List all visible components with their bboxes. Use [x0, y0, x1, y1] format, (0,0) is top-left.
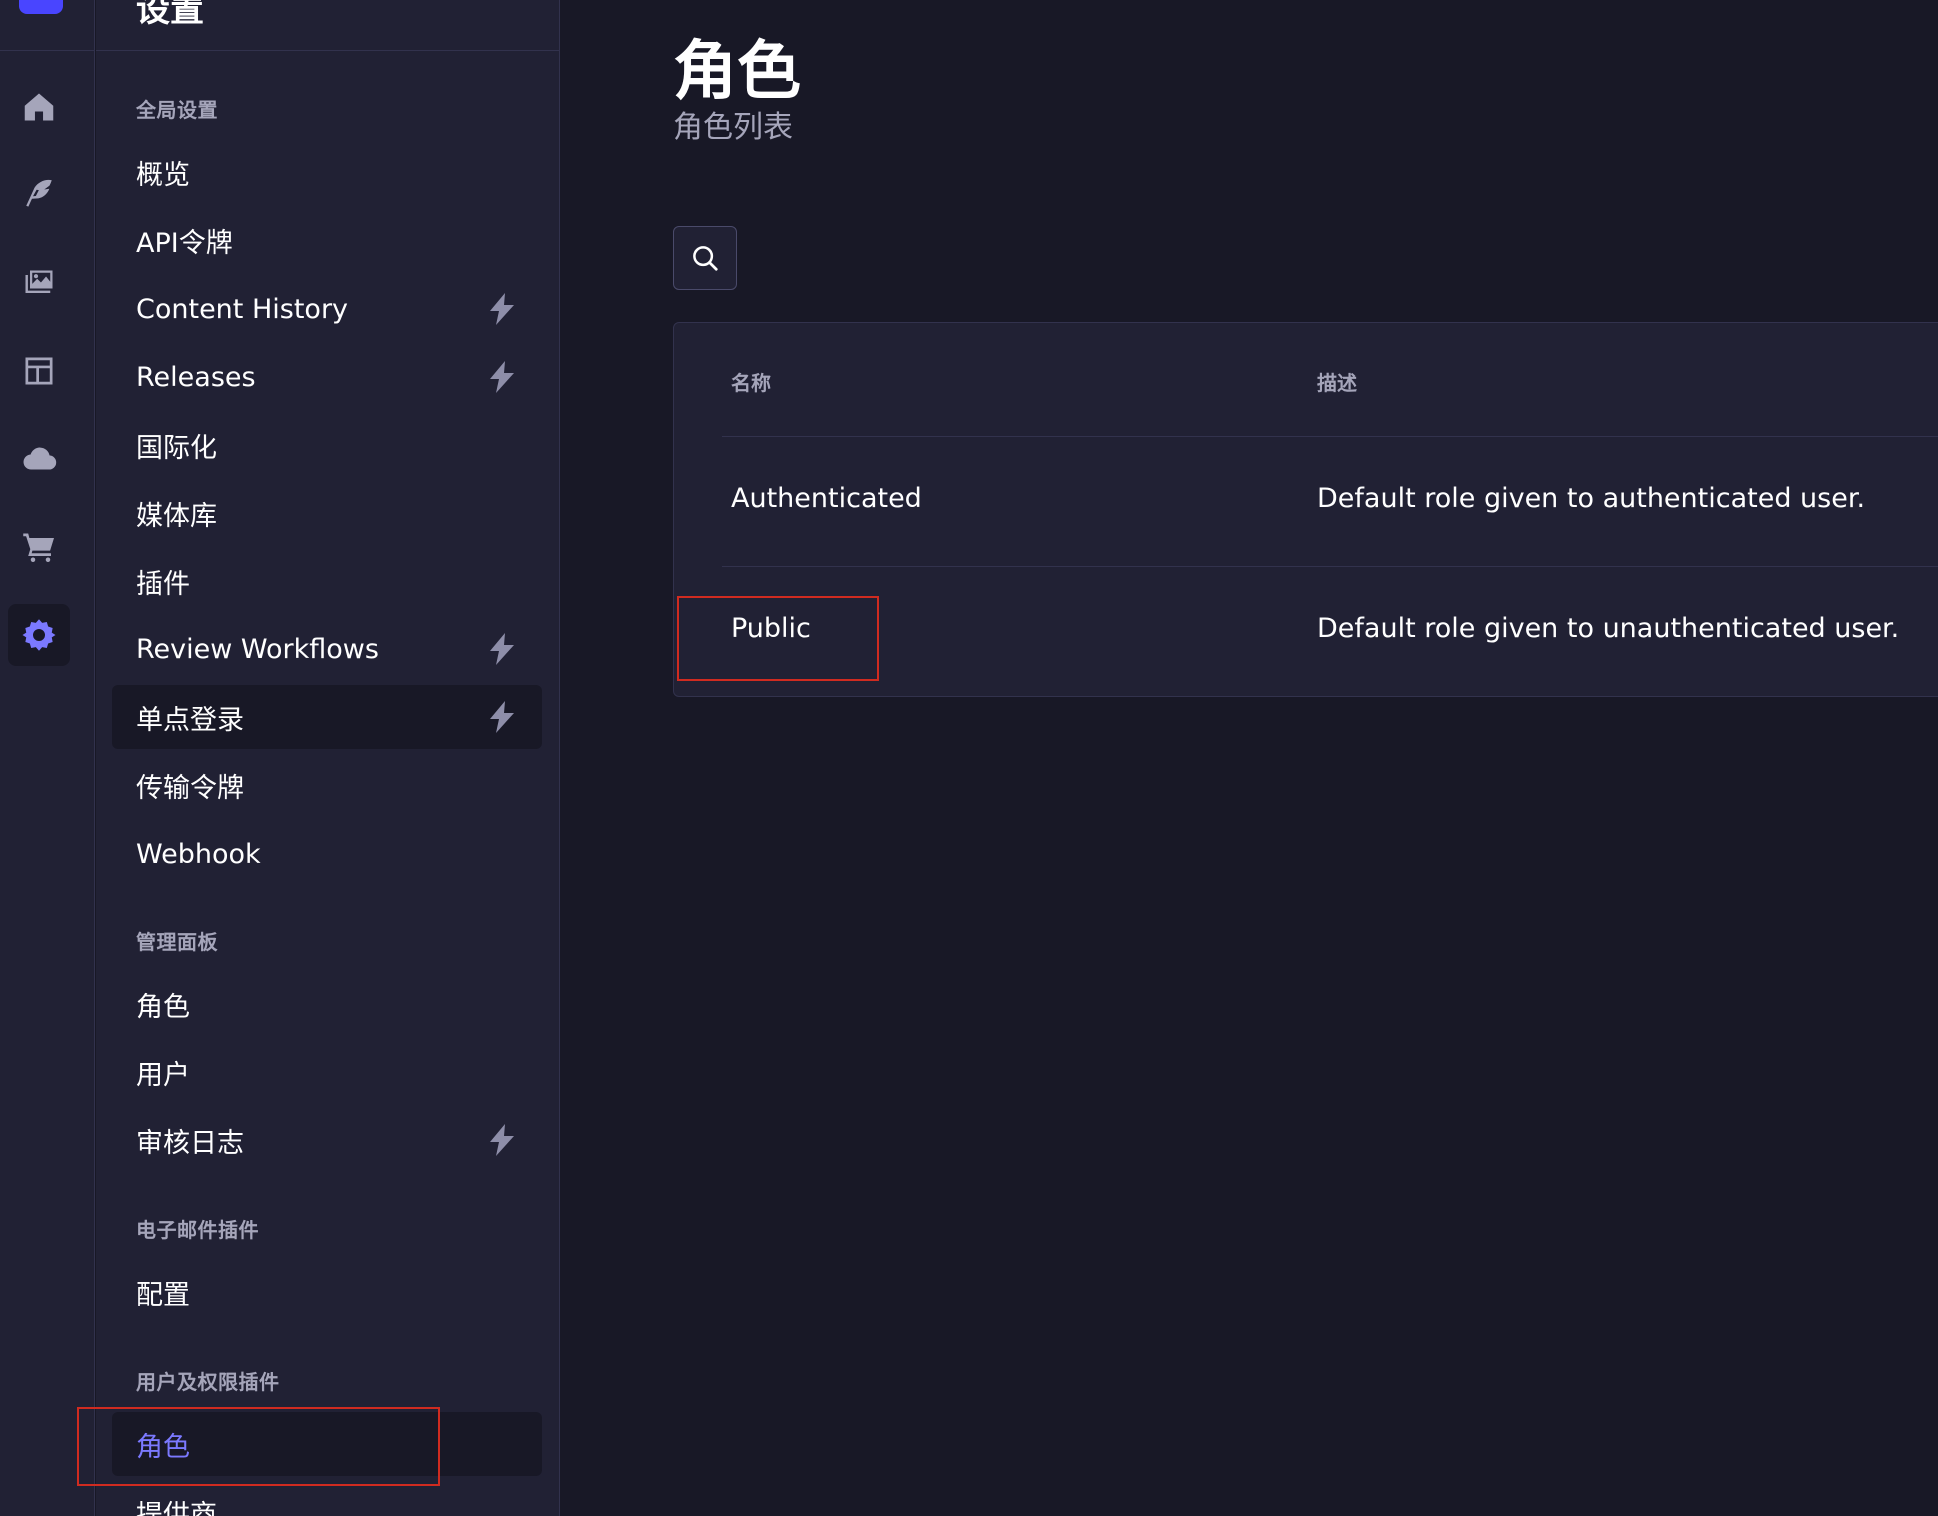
- content-type-builder-nav-button[interactable]: [8, 340, 70, 402]
- lightning-icon: [490, 633, 514, 665]
- nav-item-providers[interactable]: 提供商: [112, 1480, 542, 1516]
- page-title: 角色: [673, 35, 801, 109]
- nav-item-label: Content History: [136, 293, 349, 325]
- nav-item-label: 角色: [136, 991, 190, 1023]
- strapi-logo[interactable]: [19, 0, 63, 14]
- rail-divider: [0, 50, 95, 51]
- subnav-divider: [96, 50, 560, 51]
- section-label-users-permissions-plugin: 用户及权限插件: [136, 1370, 280, 1394]
- role-description: Default role given to authenticated user…: [1317, 483, 1866, 514]
- lightning-icon: [490, 701, 514, 733]
- nav-item-label: 国际化: [136, 432, 217, 464]
- nav-item-label: Review Workflows: [136, 633, 379, 665]
- layout-icon: [25, 357, 53, 385]
- lightning-icon: [490, 361, 514, 393]
- nav-item-label: 单点登录: [136, 704, 244, 736]
- cloud-icon: [23, 447, 57, 470]
- settings-icon: [22, 619, 56, 651]
- nav-item-api-tokens[interactable]: API令牌: [112, 208, 542, 272]
- section-label-email-plugin: 电子邮件插件: [136, 1218, 259, 1242]
- main-nav-rail: [0, 0, 95, 1516]
- cloud-nav-button[interactable]: [8, 428, 70, 490]
- nav-item-review-workflows[interactable]: Review Workflows: [112, 617, 542, 681]
- table-row-public[interactable]: Public Default role given to unauthentic…: [674, 567, 1938, 695]
- media-icon: [25, 270, 53, 293]
- home-icon: [24, 93, 54, 121]
- lightning-icon: [490, 1124, 514, 1156]
- content-manager-nav-button[interactable]: [8, 162, 70, 224]
- nav-item-plugins[interactable]: 插件: [112, 549, 542, 613]
- nav-item-overview[interactable]: 概览: [112, 140, 542, 204]
- column-header-name: 名称: [731, 371, 771, 395]
- nav-item-internationalization[interactable]: 国际化: [112, 413, 542, 477]
- nav-item-content-history[interactable]: Content History: [112, 277, 542, 341]
- search-icon: [693, 246, 718, 271]
- subnav-title: 设置: [136, 0, 204, 30]
- column-header-description: 描述: [1317, 371, 1357, 395]
- nav-item-webhook[interactable]: Webhook: [112, 822, 542, 886]
- nav-item-up-roles[interactable]: 角色: [112, 1412, 542, 1476]
- nav-item-users[interactable]: 用户: [112, 1040, 542, 1104]
- main-content: 角色 角色列表 名称 描述 Authenticated Default role…: [561, 0, 1938, 1516]
- nav-item-media-library[interactable]: 媒体库: [112, 481, 542, 545]
- role-description: Default role given to unauthenticated us…: [1317, 613, 1900, 644]
- section-label-global-settings: 全局设置: [136, 98, 218, 122]
- app-window: 设置 全局设置 概览 API令牌 Content History Release…: [0, 0, 1938, 1516]
- nav-item-label: 媒体库: [136, 500, 217, 532]
- settings-subnav: 设置 全局设置 概览 API令牌 Content History Release…: [96, 0, 560, 1516]
- nav-item-label: 概览: [136, 159, 190, 191]
- lightning-icon: [490, 293, 514, 325]
- nav-item-email-config[interactable]: 配置: [112, 1260, 542, 1324]
- nav-item-audit-logs[interactable]: 审核日志: [112, 1108, 542, 1172]
- cart-icon: [23, 533, 54, 562]
- settings-nav-button[interactable]: [8, 604, 70, 666]
- roles-table: 名称 描述 Authenticated Default role given t…: [673, 322, 1938, 697]
- marketplace-nav-button[interactable]: [8, 516, 70, 578]
- nav-item-label: 配置: [136, 1279, 190, 1311]
- media-library-nav-button[interactable]: [8, 250, 70, 312]
- nav-item-label: 审核日志: [136, 1127, 244, 1159]
- nav-item-label: 传输令牌: [136, 772, 244, 804]
- page-subtitle: 角色列表: [673, 110, 793, 145]
- nav-item-releases[interactable]: Releases: [112, 345, 542, 409]
- nav-item-transfer-tokens[interactable]: 传输令牌: [112, 753, 542, 817]
- nav-item-label: 提供商: [136, 1499, 217, 1516]
- nav-item-label: 角色: [136, 1431, 190, 1463]
- nav-item-admin-roles[interactable]: 角色: [112, 972, 542, 1036]
- section-label-admin-panel: 管理面板: [136, 930, 218, 954]
- nav-item-label: 用户: [136, 1059, 190, 1091]
- feather-icon: [26, 179, 52, 207]
- table-row-authenticated[interactable]: Authenticated Default role given to auth…: [674, 437, 1938, 565]
- nav-item-label: Webhook: [136, 838, 261, 870]
- role-name: Authenticated: [731, 483, 922, 514]
- nav-item-sso[interactable]: 单点登录: [112, 685, 542, 749]
- nav-item-label: API令牌: [136, 227, 233, 259]
- role-name: Public: [731, 613, 811, 644]
- nav-item-label: Releases: [136, 361, 256, 393]
- search-button[interactable]: [673, 226, 737, 290]
- home-nav-button[interactable]: [8, 76, 70, 138]
- nav-item-label: 插件: [136, 568, 190, 600]
